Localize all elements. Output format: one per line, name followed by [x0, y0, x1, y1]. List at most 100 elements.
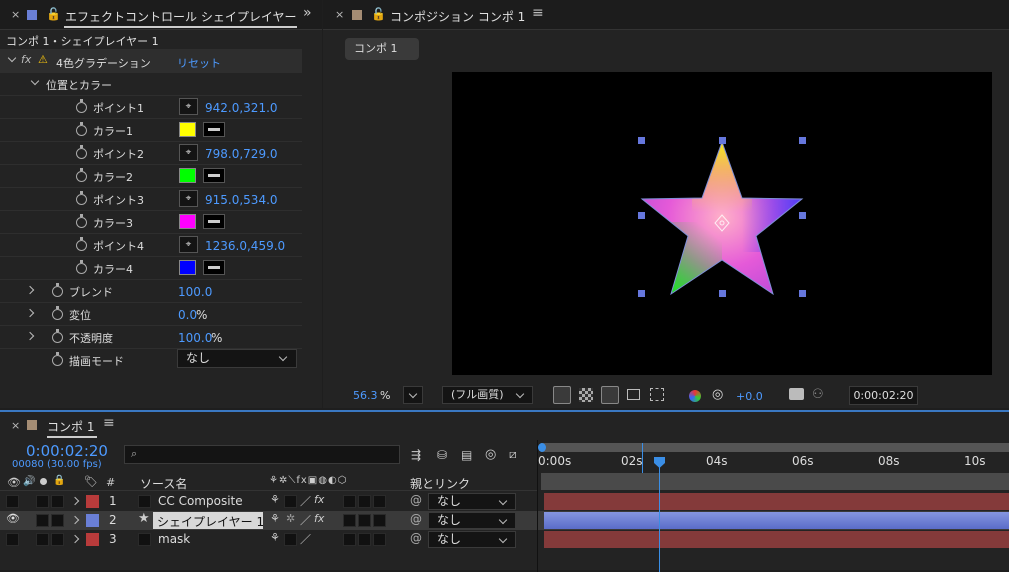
- timeline-tab-title[interactable]: コンポ 1: [47, 418, 94, 435]
- pickwhip-icon[interactable]: @: [410, 531, 422, 545]
- eyedropper-icon[interactable]: [203, 260, 225, 275]
- frame-blend-switch[interactable]: [343, 495, 356, 508]
- viewer-canvas[interactable]: [452, 72, 992, 375]
- stopwatch-icon[interactable]: [52, 283, 63, 297]
- expand-chevron-icon[interactable]: [70, 534, 80, 544]
- collapse-chevron-icon[interactable]: [7, 53, 17, 63]
- exposure-value[interactable]: +0.0: [736, 390, 763, 403]
- motion-blur-icon[interactable]: ◎: [485, 447, 496, 462]
- source-name-header[interactable]: ソース名: [140, 475, 187, 492]
- label-color-swatch[interactable]: [86, 533, 99, 546]
- color-swatch[interactable]: [179, 214, 196, 229]
- playhead-line[interactable]: [659, 467, 660, 572]
- layer-duration-bar[interactable]: [544, 531, 1009, 548]
- crosshair-icon[interactable]: ⌖: [179, 236, 198, 253]
- stopwatch-icon[interactable]: [76, 191, 87, 205]
- color-swatch[interactable]: [179, 260, 196, 275]
- adjustment-switch[interactable]: [373, 514, 386, 527]
- visibility-toggle[interactable]: [6, 533, 19, 546]
- comp-panel-title[interactable]: コンポジション コンポ 1: [390, 8, 525, 25]
- shy-switch-icon[interactable]: ⚘: [270, 531, 280, 544]
- crosshair-icon[interactable]: ⌖: [179, 144, 198, 161]
- channel-icon[interactable]: [689, 390, 701, 402]
- eyedropper-icon[interactable]: [203, 214, 225, 229]
- eye-icon[interactable]: 👁: [6, 512, 20, 525]
- layer-duration-bar[interactable]: [544, 512, 1009, 529]
- layer-name[interactable]: CC Composite: [158, 494, 243, 508]
- panel-menu-icon[interactable]: ≡: [103, 415, 115, 431]
- solo-toggle[interactable]: [36, 533, 49, 546]
- mask-path-visibility-icon[interactable]: [601, 386, 619, 404]
- stopwatch-icon[interactable]: [52, 352, 63, 366]
- close-icon[interactable]: ×: [335, 8, 344, 21]
- expand-chevron-icon[interactable]: [70, 496, 80, 506]
- group-collapse-chevron-icon[interactable]: [30, 76, 40, 86]
- crosshair-icon[interactable]: ⌖: [179, 190, 198, 207]
- jitter-value[interactable]: 0.0: [178, 308, 197, 322]
- layer-row[interactable]: 1 CC Composite ⚘ ／ fx @ なし: [0, 492, 537, 511]
- parent-dropdown[interactable]: なし: [428, 512, 516, 529]
- lock-toggle[interactable]: [51, 533, 64, 546]
- zoom-dropdown[interactable]: [403, 386, 423, 404]
- snapshot-camera-icon[interactable]: [789, 388, 804, 400]
- work-area-bar[interactable]: [538, 443, 1009, 452]
- expand-chevron-icon[interactable]: [25, 285, 35, 295]
- point-value[interactable]: 915.0,534.0: [205, 193, 278, 207]
- close-icon[interactable]: ×: [11, 419, 20, 432]
- quality-switch-icon[interactable]: ／: [300, 512, 311, 528]
- panel-overflow-chevron-icon[interactable]: »: [303, 5, 312, 21]
- layer-row-selected[interactable]: 👁 2 ★ シェイプレイヤー 1 ⚘ ✲ ／ fx @ なし: [0, 511, 537, 530]
- color-swatch[interactable]: [179, 168, 196, 183]
- group-row[interactable]: 位置とカラー: [0, 73, 302, 96]
- time-ruler[interactable]: 0:00s 02s 04s 06s 08s 10s: [538, 452, 1009, 474]
- point-value[interactable]: 798.0,729.0: [205, 147, 278, 161]
- stopwatch-icon[interactable]: [76, 237, 87, 251]
- stopwatch-icon[interactable]: [76, 168, 87, 182]
- layer-name-field[interactable]: シェイプレイヤー 1: [153, 512, 264, 529]
- panel-menu-icon[interactable]: ≡: [532, 5, 544, 21]
- stopwatch-icon[interactable]: [52, 306, 63, 320]
- zoom-value[interactable]: 56.3: [353, 389, 378, 402]
- label-color-swatch[interactable]: [86, 514, 99, 527]
- fx-switch-icon[interactable]: fx: [314, 493, 324, 506]
- visibility-toggle[interactable]: [6, 495, 19, 508]
- comp-mini-flowchart-icon[interactable]: ⇶: [411, 448, 421, 462]
- layer-search-input[interactable]: ⌕: [124, 445, 400, 464]
- stopwatch-icon[interactable]: [76, 214, 87, 228]
- fx-switch-icon[interactable]: fx: [314, 512, 324, 525]
- pickwhip-icon[interactable]: @: [410, 493, 422, 507]
- motion-blur-switch[interactable]: [358, 533, 371, 546]
- stopwatch-icon[interactable]: [76, 145, 87, 159]
- color-swatch[interactable]: [179, 122, 196, 137]
- transparency-grid-icon[interactable]: [579, 388, 593, 402]
- stopwatch-icon[interactable]: [76, 260, 87, 274]
- label-color-swatch[interactable]: [86, 495, 99, 508]
- viewer-timecode[interactable]: 0:00:02:20: [849, 386, 918, 405]
- solo-toggle[interactable]: [36, 495, 49, 508]
- quality-switch-icon[interactable]: ／: [300, 531, 311, 547]
- lock-toggle[interactable]: [51, 514, 64, 527]
- point-value[interactable]: 1236.0,459.0: [205, 239, 285, 253]
- effect-panel-title[interactable]: エフェクトコントロール シェイプレイヤー: [65, 8, 297, 25]
- stopwatch-icon[interactable]: [52, 329, 63, 343]
- frame-blend-switch[interactable]: [343, 533, 356, 546]
- expand-chevron-icon[interactable]: [70, 515, 80, 525]
- motion-blur-switch[interactable]: [358, 495, 371, 508]
- parent-dropdown[interactable]: なし: [428, 493, 516, 510]
- expand-chevron-icon[interactable]: [25, 308, 35, 318]
- comp-breadcrumb-chip[interactable]: コンポ 1: [345, 38, 419, 60]
- blend-value[interactable]: 100.0: [178, 285, 212, 299]
- close-icon[interactable]: ×: [11, 8, 20, 21]
- current-timecode[interactable]: 0:00:02:20: [26, 442, 108, 460]
- shy-switch-icon[interactable]: ⚘: [270, 493, 280, 506]
- layer-name[interactable]: mask: [158, 532, 190, 546]
- adjustment-switch[interactable]: [373, 533, 386, 546]
- shy-switch-icon[interactable]: ⚘: [270, 512, 280, 525]
- adjustment-switch[interactable]: [373, 495, 386, 508]
- collapse-switch[interactable]: [284, 533, 297, 546]
- grid-guide-icon[interactable]: [650, 388, 664, 401]
- parent-dropdown[interactable]: なし: [428, 531, 516, 548]
- show-snapshot-icon[interactable]: ⚇: [812, 387, 824, 402]
- fx-icon[interactable]: fx: [21, 53, 31, 66]
- motion-blur-switch[interactable]: [358, 514, 371, 527]
